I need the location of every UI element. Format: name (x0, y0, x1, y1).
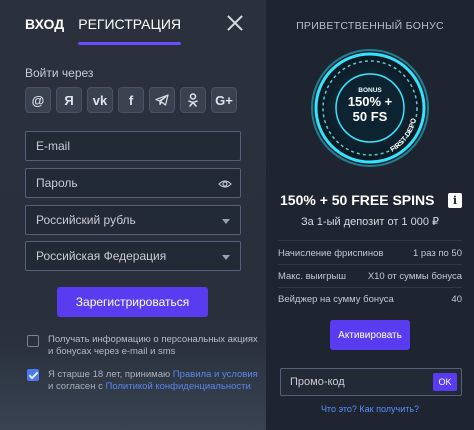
newsletter-label: Получать информацию о персональных акция… (48, 334, 258, 357)
bonus-headline: 150% + 50 FREE SPINS (280, 192, 435, 208)
row-value: 40 (451, 294, 462, 305)
activate-button[interactable]: Активировать (330, 320, 410, 350)
password-placeholder: Пароль (36, 176, 78, 190)
divider (278, 240, 462, 241)
terms-text-mid: и согласен с (48, 381, 106, 392)
social-login-list: @ Я vk f G+ (25, 87, 237, 113)
at-icon[interactable]: @ (25, 87, 51, 113)
bonus-row: Вейджер на сумму бонуса 40 (278, 294, 462, 305)
eye-icon[interactable] (218, 177, 232, 191)
bonus-row: Макс. выигрыш X10 от суммы бонуса (278, 271, 462, 282)
newsletter-checkbox[interactable] (27, 335, 39, 347)
wheel-percent: 150% + (348, 94, 393, 109)
facebook-icon[interactable]: f (118, 87, 144, 113)
terms-label: Я старше 18 лет, принимаю Правила и усло… (48, 369, 258, 393)
auth-tabs: ВХОД РЕГИСТРАЦИЯ (25, 14, 181, 48)
tab-login[interactable]: ВХОД (25, 14, 64, 48)
privacy-link[interactable]: Политикой конфиденциальности (105, 381, 250, 392)
terms-text: Я старше 18 лет, принимаю (48, 369, 173, 380)
wheel-freespins: 50 FS (353, 109, 388, 124)
login-via-label: Войти через (25, 66, 94, 80)
tab-register[interactable]: РЕГИСТРАЦИЯ (78, 14, 181, 48)
wheel-label: BONUS (358, 87, 382, 94)
bonus-wheel-image: BONUS 150% + 50 FS FIRST DEPOSIT (310, 48, 429, 167)
country-select[interactable]: Российская Федерация (25, 241, 241, 271)
promo-placeholder: Промо-код (290, 376, 345, 388)
promo-code-input[interactable]: Промо-код OK (280, 368, 462, 396)
odnoklassniki-icon[interactable] (180, 87, 206, 113)
what-is-this-link[interactable]: Что это? Как получить? (266, 404, 474, 414)
terms-checkbox[interactable] (27, 369, 39, 381)
password-field[interactable]: Пароль (25, 168, 241, 198)
divider (278, 287, 462, 288)
registration-panel: ВХОД РЕГИСТРАЦИЯ Войти через @ Я vk f G+… (0, 0, 266, 430)
google-plus-icon[interactable]: G+ (211, 87, 237, 113)
terms-link[interactable]: Правила и условия (173, 369, 258, 380)
bonus-panel: ПРИВЕТСТВЕННЫЙ БОНУС BONUS 150% + 50 FS … (266, 0, 474, 430)
register-button[interactable]: Зарегистрироваться (57, 287, 208, 317)
row-label: Вейджер на сумму бонуса (278, 294, 394, 305)
deposit-condition: За 1-ый депозит от 1 000 ₽ (300, 216, 440, 228)
bonus-title: ПРИВЕТСТВЕННЫЙ БОНУС (296, 20, 444, 32)
vk-icon[interactable]: vk (87, 87, 113, 113)
yandex-icon[interactable]: Я (56, 87, 82, 113)
info-icon[interactable]: i (448, 193, 462, 208)
close-icon[interactable] (226, 14, 244, 32)
email-field[interactable]: E-mail (25, 131, 241, 161)
telegram-icon[interactable] (149, 87, 175, 113)
row-value: 1 раз по 50 (412, 248, 462, 259)
currency-select[interactable]: Российский рубль (25, 205, 241, 235)
promo-ok-button[interactable]: OK (433, 373, 457, 391)
row-label: Макс. выигрыш (278, 271, 346, 282)
row-label: Начисление фриспинов (278, 248, 384, 259)
bonus-row: Начисление фриспинов 1 раз по 50 (278, 248, 462, 259)
row-value: X10 от суммы бонуса (367, 271, 462, 282)
divider (278, 264, 462, 265)
